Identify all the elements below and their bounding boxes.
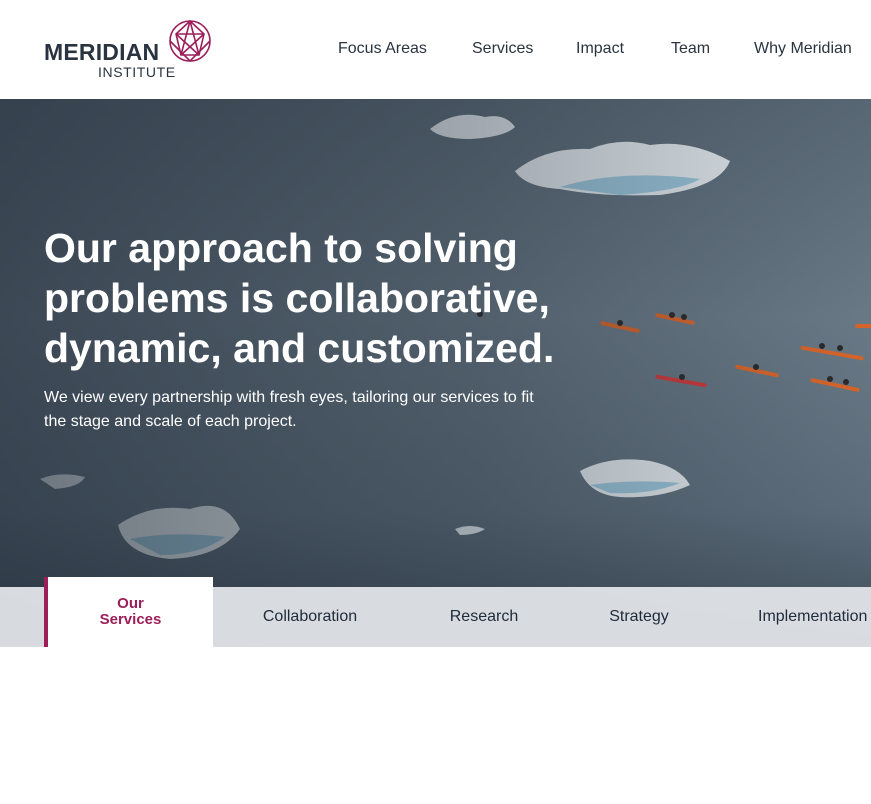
hero-heading-line-3: dynamic, and customized. [44,325,555,371]
hero-subtitle-line-1: We view every partnership with fresh eye… [44,389,534,406]
main-nav: Focus Areas Services Impact Team Why Mer… [0,40,871,62]
tab-implementation[interactable]: Implementation [758,587,871,647]
hero-heading-line-1: Our approach to solving [44,225,518,271]
nav-focus-areas[interactable]: Focus Areas [338,40,427,58]
tab-strategy[interactable]: Strategy [570,587,708,647]
tab-our-services-label: Our Services [99,595,162,628]
hero-overlay [0,99,871,647]
tab-our-services[interactable]: Our Services [44,577,213,647]
logo-subtitle: INSTITUTE [98,64,176,80]
hero-subtitle: We view every partnership with fresh eye… [44,386,604,434]
nav-impact[interactable]: Impact [576,40,624,58]
hero-banner: Our approach to solving problems is coll… [0,99,871,647]
nav-why-meridian[interactable]: Why Meridian [754,40,852,58]
hero-subtitle-line-2: the stage and scale of each project. [44,413,297,430]
hero-heading-line-2: problems is collaborative, [44,275,550,321]
nav-team[interactable]: Team [671,40,710,58]
site-header: MERIDIAN INSTITUTE Focus Areas Services … [0,0,871,99]
tab-research[interactable]: Research [410,587,558,647]
nav-services[interactable]: Services [472,40,533,58]
tab-collaboration[interactable]: Collaboration [235,587,385,647]
hero-heading: Our approach to solving problems is coll… [44,223,604,373]
